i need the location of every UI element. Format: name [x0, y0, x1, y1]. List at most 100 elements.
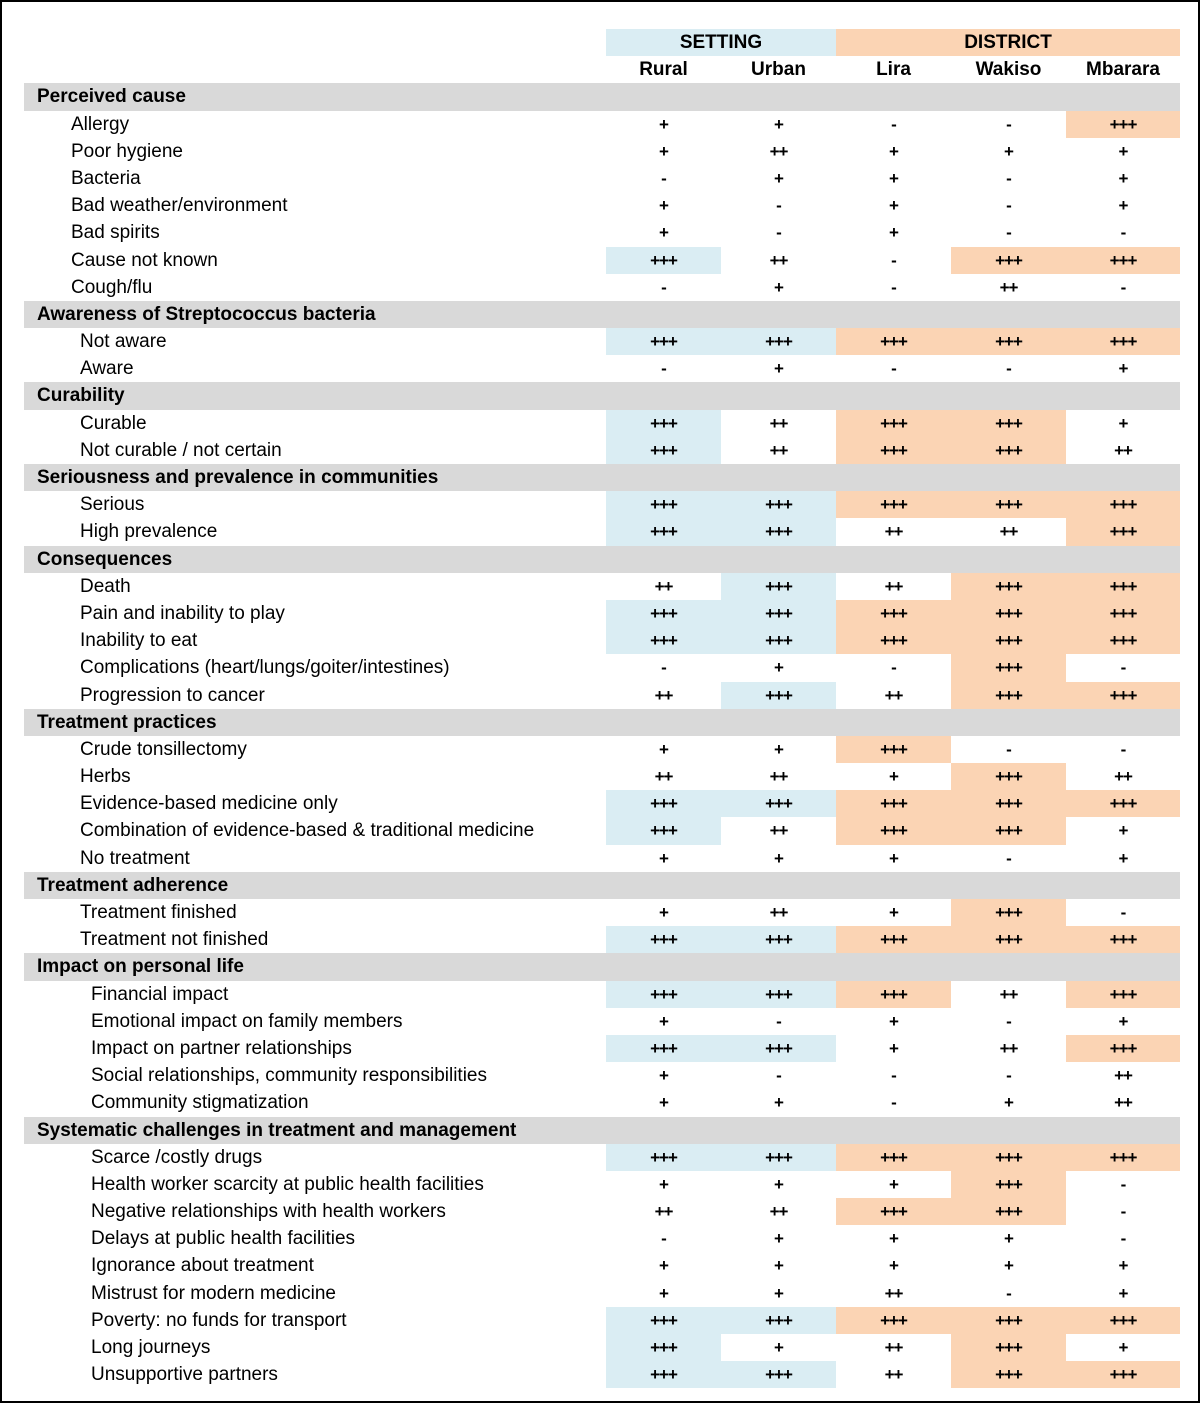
- table-row: Delays at public health facilities - + + + -: [24, 1225, 1180, 1252]
- value-cell-rural: ++: [654, 767, 674, 787]
- table-row: Crude tonsillectomy + + +++ - -: [24, 735, 1180, 764]
- section-title: Consequences: [37, 548, 173, 570]
- value-cell-rural: +++: [606, 1334, 721, 1362]
- value-cell-rural: -: [661, 1229, 667, 1249]
- value-cell-rural: +++: [606, 627, 721, 655]
- value-cell-mbarara: +: [1118, 359, 1129, 379]
- value-cell-urban: +++: [721, 790, 836, 818]
- table-row: Allergy + + - - +++: [24, 110, 1180, 138]
- row-label: Cough/flu: [71, 276, 153, 298]
- table-row: Mistrust for modern medicine + + ++ - +: [24, 1280, 1180, 1307]
- value-cell-lira: ++: [884, 522, 904, 542]
- value-cell-urban: +: [774, 1229, 784, 1249]
- value-cell-rural: +++: [606, 1034, 721, 1063]
- value-cell-wakiso: ++: [999, 277, 1019, 297]
- value-cell-mbarara: +++: [1066, 1034, 1180, 1063]
- value-cell-wakiso: +++: [951, 817, 1066, 845]
- value-cell-urban: -: [776, 1011, 782, 1031]
- value-cell-wakiso: +++: [951, 899, 1066, 927]
- value-cell-wakiso: +++: [951, 790, 1066, 818]
- value-cell-wakiso: +++: [951, 926, 1066, 954]
- value-cell-wakiso: +++: [951, 436, 1066, 464]
- value-cell-rural: +++: [606, 246, 721, 274]
- value-cell-lira: +++: [836, 491, 951, 519]
- table-row: Ignorance about treatment + + + + +: [24, 1252, 1180, 1279]
- table-row: Unsupportive partners +++ +++ ++ +++ +++: [24, 1361, 1180, 1389]
- value-cell-lira: -: [891, 114, 897, 134]
- row-label: Not curable / not certain: [80, 439, 282, 461]
- value-cell-mbarara: ++: [1114, 440, 1133, 460]
- table-row: Scarce /costly drugs +++ +++ +++ +++ +++: [24, 1143, 1180, 1171]
- value-cell-mbarara: ++: [1114, 1093, 1133, 1113]
- section-title: Impact on personal life: [37, 956, 244, 978]
- value-cell-mbarara: +++: [1066, 110, 1180, 138]
- value-cell-wakiso: -: [1006, 1283, 1012, 1303]
- table-row: Combination of evidence-based & traditio…: [24, 817, 1180, 845]
- value-cell-mbarara: -: [1120, 1202, 1127, 1222]
- value-cell-urban: +++: [721, 599, 836, 628]
- value-cell-rural: +: [659, 1093, 669, 1113]
- row-label: Inability to eat: [80, 630, 198, 652]
- value-cell-rural: +++: [606, 436, 721, 464]
- table-row: Progression to cancer ++ +++ ++ +++ +++: [24, 681, 1180, 709]
- value-cell-wakiso: -: [1006, 196, 1012, 216]
- value-cell-wakiso: +++: [951, 654, 1066, 682]
- value-cell-urban: +: [774, 1093, 784, 1113]
- value-cell-mbarara: +++: [1066, 572, 1180, 600]
- value-cell-mbarara: +: [1118, 821, 1129, 841]
- value-cell-wakiso: +++: [951, 627, 1066, 655]
- row-label: Bad weather/environment: [71, 195, 288, 217]
- value-cell-rural: +++: [606, 980, 721, 1008]
- value-cell-wakiso: +: [1004, 141, 1014, 161]
- value-cell-rural: -: [661, 658, 667, 678]
- row-label: Community stigmatization: [91, 1092, 309, 1114]
- row-label: No treatment: [80, 847, 190, 869]
- section-title: Perceived cause: [37, 86, 186, 108]
- section-header-row: Curability: [24, 382, 1180, 410]
- table-row: Inability to eat +++ +++ +++ +++ +++: [24, 627, 1180, 655]
- table-row: Social relationships, community responsi…: [24, 1062, 1180, 1089]
- column-header-rural: Rural: [639, 59, 688, 81]
- row-label: Evidence-based medicine only: [80, 793, 338, 815]
- value-cell-lira: +: [889, 767, 899, 787]
- value-cell-wakiso: +: [1004, 1256, 1014, 1276]
- value-cell-wakiso: ++: [999, 522, 1019, 542]
- value-cell-rural: +++: [606, 491, 721, 519]
- value-cell-lira: +: [889, 1174, 899, 1194]
- value-cell-mbarara: +: [1118, 848, 1129, 868]
- value-cell-urban: ++: [769, 767, 789, 787]
- table-row: Impact on partner relationships +++ +++ + ++…: [24, 1034, 1180, 1063]
- value-cell-rural: -: [661, 168, 667, 188]
- table-row: Death ++ +++ ++ +++ +++: [24, 572, 1180, 600]
- value-cell-wakiso: +++: [951, 1143, 1066, 1171]
- value-cell-mbarara: ++: [1114, 767, 1133, 787]
- table-row: Not curable / not certain +++ ++ +++ +++ ++: [24, 436, 1180, 464]
- value-cell-wakiso: +++: [951, 572, 1066, 600]
- value-cell-lira: +++: [836, 980, 951, 1008]
- section-header-row: Seriousness and prevalence in communitie…: [24, 464, 1180, 492]
- value-cell-mbarara: +++: [1066, 518, 1180, 546]
- value-cell-mbarara: +++: [1066, 599, 1180, 628]
- table-row: Bad weather/environment + - + - +: [24, 192, 1180, 219]
- value-cell-mbarara: +++: [1066, 980, 1180, 1008]
- value-cell-urban: +++: [721, 1034, 836, 1063]
- table-row: Aware - + - - +: [24, 355, 1180, 382]
- value-cell-mbarara: -: [1120, 739, 1127, 759]
- value-cell-mbarara: +: [1118, 141, 1129, 161]
- value-cell-lira: -: [891, 1066, 897, 1086]
- table-row: Health worker scarcity at public health …: [24, 1170, 1180, 1199]
- value-cell-wakiso: +++: [951, 409, 1066, 437]
- row-label: Poverty: no funds for transport: [91, 1309, 347, 1331]
- value-cell-rural: +: [659, 1066, 669, 1086]
- value-cell-lira: +++: [836, 409, 951, 437]
- value-cell-urban: +++: [721, 328, 836, 356]
- value-cell-mbarara: +++: [1066, 491, 1180, 519]
- section-header-row: Awareness of Streptococcus bacteria: [24, 300, 1180, 329]
- table-row: Not aware +++ +++ +++ +++ +++: [24, 328, 1180, 356]
- value-cell-urban: ++: [769, 141, 789, 161]
- value-cell-urban: +: [774, 114, 784, 134]
- value-cell-wakiso: -: [1006, 848, 1012, 868]
- value-cell-rural: +: [659, 903, 669, 922]
- value-cell-lira: +++: [836, 735, 951, 764]
- value-cell-urban: +: [774, 739, 784, 759]
